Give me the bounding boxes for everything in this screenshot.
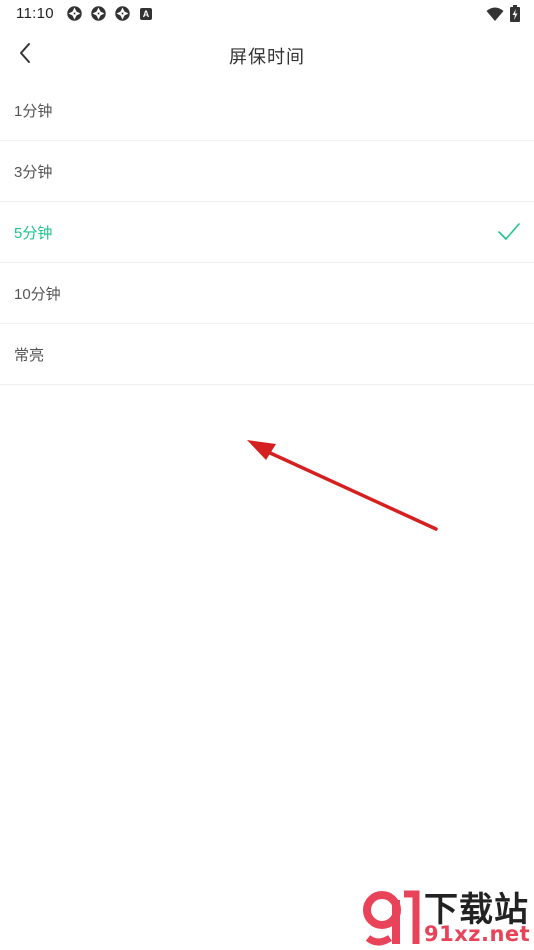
option-label: 常亮 [14,347,45,364]
watermark: 下载站 91xz.net [360,886,530,948]
status-bar: 11:10 A [0,0,534,28]
navigation-bar: 屏保时间 [0,28,534,80]
option-label: 3分钟 [14,164,53,181]
battery-charging-icon [510,5,520,22]
option-1-minute[interactable]: 1分钟 [0,80,534,141]
wifi-icon [486,7,504,21]
aperture-icon [115,6,130,21]
option-5-minutes[interactable]: 5分钟 [0,202,534,263]
option-3-minutes[interactable]: 3分钟 [0,141,534,202]
option-label: 10分钟 [14,286,61,303]
aperture-icon [91,6,106,21]
notification-icons: A [66,5,152,22]
system-icons [486,5,520,22]
checkmark-icon [498,223,520,240]
option-10-minutes[interactable]: 10分钟 [0,263,534,324]
option-always-on[interactable]: 常亮 [0,324,534,385]
page-title: 屏保时间 [229,47,305,67]
screensaver-time-options: 1分钟 3分钟 5分钟 10分钟 常亮 [0,80,534,385]
option-label: 1分钟 [14,103,53,120]
option-label: 5分钟 [14,225,53,242]
status-time: 11:10 [16,5,54,22]
watermark-logo-icon [363,890,420,946]
watermark-url: 91xz.net [424,922,531,946]
a-badge-icon: A [140,7,152,20]
aperture-icon [67,6,82,21]
